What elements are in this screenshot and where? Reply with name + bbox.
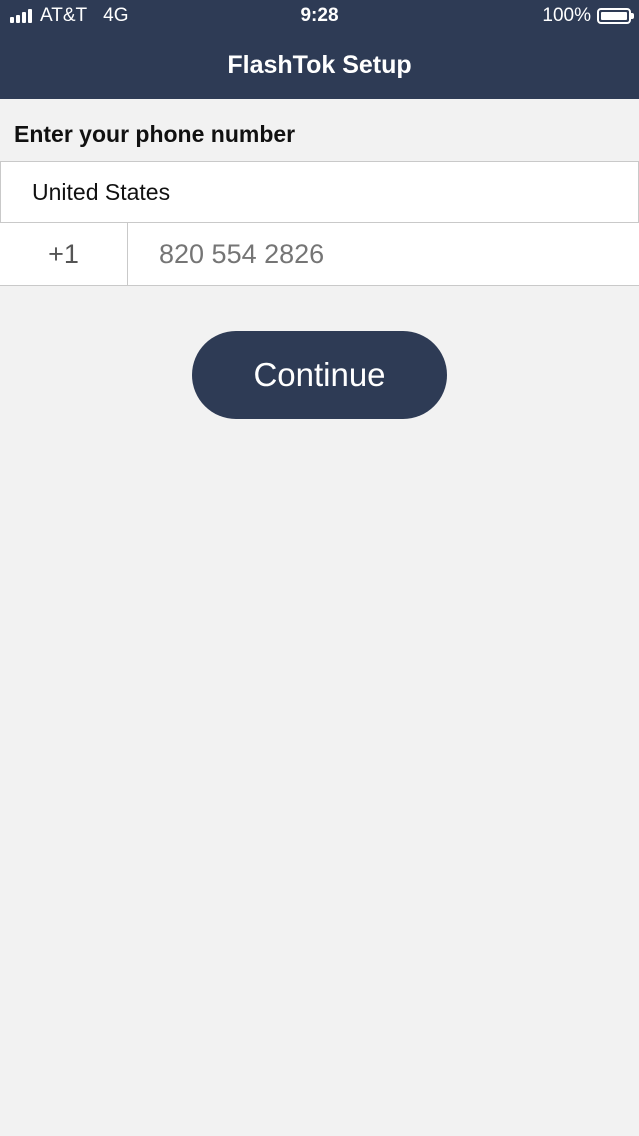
top-bar: AT&T 4G 9:28 100% FlashTok Setup (0, 0, 639, 99)
battery-fill (601, 12, 627, 20)
battery-percent: 100% (542, 5, 591, 26)
battery-tip (631, 13, 634, 19)
status-bar-right: 100% (542, 5, 634, 27)
battery-icon (597, 8, 634, 24)
phone-row: +1 (0, 223, 639, 286)
phone-number-input[interactable] (129, 223, 639, 285)
continue-button[interactable]: Continue (192, 331, 447, 419)
country-selector[interactable]: United States (0, 161, 639, 223)
country-code-field[interactable]: +1 (0, 223, 128, 285)
page-title: FlashTok Setup (227, 51, 412, 79)
phone-prompt-label: Enter your phone number (14, 121, 296, 147)
country-name: United States (32, 179, 171, 205)
